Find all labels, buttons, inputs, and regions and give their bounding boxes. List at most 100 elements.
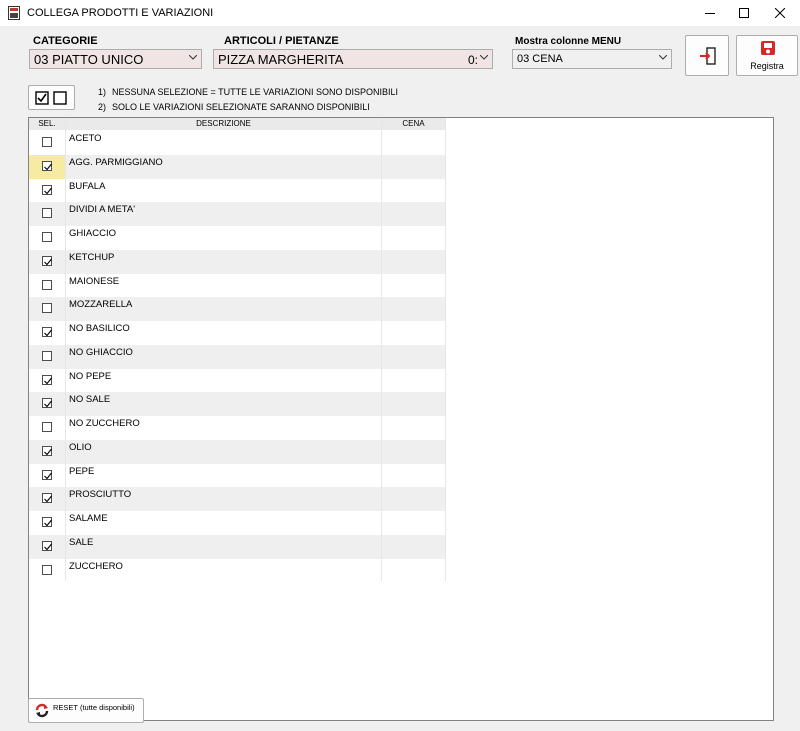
row-description: ZUCCHERO — [69, 560, 123, 572]
title-bar: COLLEGA PRODOTTI E VARIAZIONI — [0, 0, 800, 27]
row-description: NO BASILICO — [69, 323, 130, 334]
col-header-descrizione: DESCRIZIONE — [196, 119, 251, 128]
reset-label: RESET (tutte disponibili) — [53, 703, 135, 712]
checkmark-icon — [44, 258, 52, 266]
row-checkbox[interactable] — [42, 255, 52, 266]
menu-select[interactable]: 03 CENA — [512, 49, 672, 69]
row-checkbox[interactable] — [42, 327, 52, 337]
checkmark-icon — [44, 495, 52, 503]
menu-label: Mostra colonne MENU — [515, 36, 622, 47]
checkmark-icon — [44, 329, 52, 337]
table-row[interactable]: SALAME — [29, 511, 445, 535]
checkmark-icon — [44, 448, 52, 456]
row-checkbox[interactable] — [42, 279, 52, 290]
checkmark-icon — [44, 519, 52, 527]
row-checkbox[interactable] — [42, 374, 52, 385]
row-checkbox[interactable] — [42, 493, 52, 504]
row-checkbox[interactable] — [42, 540, 52, 551]
chevron-down-icon — [659, 55, 667, 60]
exit-button[interactable] — [685, 35, 729, 76]
row-description: MAIONESE — [69, 275, 120, 287]
col-header-sel: SEL. — [38, 119, 56, 128]
registra-label: Registra — [750, 61, 784, 71]
maximize-button[interactable] — [726, 0, 762, 26]
registra-button[interactable]: Registra — [736, 35, 798, 76]
row-checkbox[interactable] — [42, 350, 52, 361]
row-checkbox[interactable] — [42, 160, 52, 171]
table-row[interactable]: SALE — [29, 534, 445, 559]
note-1: 1) NESSUNA SELEZIONE = TUTTE LE VARIAZION… — [98, 87, 398, 97]
reset-cycle-icon — [35, 703, 49, 718]
table-row[interactable]: PEPE — [29, 464, 445, 488]
maximize-icon — [739, 8, 749, 18]
checkmark-icon — [44, 472, 52, 479]
row-checkbox[interactable] — [42, 422, 52, 432]
row-description: NO ZUCCHERO — [69, 418, 140, 429]
exit-door-icon — [700, 47, 716, 65]
table-row[interactable]: BUFALA — [29, 179, 445, 203]
column-divider — [65, 118, 66, 581]
reset-button[interactable]: RESET (tutte disponibili) — [28, 698, 144, 723]
row-description: SALAME — [69, 513, 108, 524]
row-description: DIVIDI A META' — [69, 204, 136, 216]
table-row[interactable]: ZUCCHERO — [29, 559, 445, 583]
window-client: CATEGORIE 03 PIATTO UNICO ARTICOLI / PIE… — [0, 26, 800, 731]
table-row[interactable]: AGG. PARMIGGIANO — [29, 154, 445, 179]
row-checkbox[interactable] — [42, 232, 52, 242]
categorie-select[interactable]: 03 PIATTO UNICO — [29, 49, 202, 69]
window-title: COLLEGA PRODOTTI E VARIAZIONI — [27, 7, 214, 19]
table-header: SEL. DESCRIZIONE CENA — [29, 118, 445, 130]
row-checkbox[interactable] — [42, 137, 52, 147]
menu-value: 03 CENA — [517, 53, 563, 65]
table-row[interactable]: PROSCIUTTO — [29, 487, 445, 511]
checkmark-icon — [44, 187, 52, 194]
table-row[interactable]: GHIACCIO — [29, 226, 445, 250]
checkmark-icon — [44, 543, 52, 551]
close-button[interactable] — [762, 0, 798, 26]
table-row[interactable]: NO SALE — [29, 392, 445, 416]
row-checkbox[interactable] — [42, 184, 52, 195]
articoli-label: ARTICOLI / PIETANZE — [224, 35, 339, 47]
table-row[interactable]: NO ZUCCHERO — [29, 416, 445, 440]
app-icon — [8, 6, 20, 23]
minimize-icon — [705, 13, 715, 14]
row-checkbox[interactable] — [42, 517, 52, 527]
table-row[interactable]: MAIONESE — [29, 274, 445, 298]
chevron-down-icon — [480, 55, 488, 60]
variations-table[interactable]: SEL. DESCRIZIONE CENA ACETO AGG. PARMIGGI… — [28, 117, 774, 721]
articoli-code: 0: — [468, 53, 479, 67]
row-description: ACETO — [69, 133, 102, 144]
categorie-value: 03 PIATTO UNICO — [34, 52, 144, 67]
row-description: SALE — [69, 536, 94, 548]
table-row[interactable]: NO PEPE — [29, 369, 445, 393]
col-header-cena: CENA — [402, 119, 425, 128]
table-row[interactable]: DIVIDI A META' — [29, 202, 445, 226]
row-description: OLIO — [69, 441, 92, 453]
checkmark-icon — [44, 377, 52, 384]
note-2: 2) SOLO LE VARIAZIONI SELEZIONATE SARANNO… — [98, 102, 370, 112]
row-checkbox[interactable] — [42, 445, 52, 456]
articoli-select[interactable]: PIZZA MARGHERITA 0: — [213, 49, 493, 69]
checkmark-icon — [44, 400, 52, 408]
table-row[interactable]: KETCHUP — [29, 249, 445, 274]
table-row[interactable]: NO BASILICO — [29, 321, 445, 345]
table-row[interactable]: MOZZARELLA — [29, 297, 445, 321]
checkbox-toggle-icon — [35, 91, 67, 105]
row-description: BUFALA — [69, 180, 106, 192]
minimize-button[interactable] — [692, 0, 728, 26]
column-divider — [445, 118, 446, 581]
row-description: NO PEPE — [69, 370, 112, 382]
table-row[interactable]: NO GHIACCIO — [29, 344, 445, 369]
row-checkbox[interactable] — [42, 469, 52, 480]
row-checkbox[interactable] — [42, 208, 52, 219]
table-row[interactable]: OLIO — [29, 439, 445, 464]
row-checkbox[interactable] — [42, 303, 52, 314]
row-checkbox[interactable] — [42, 398, 52, 409]
column-divider — [381, 118, 382, 581]
toggle-all-button[interactable] — [28, 85, 75, 110]
row-description: PEPE — [69, 465, 95, 477]
row-description: NO GHIACCIO — [69, 346, 133, 358]
row-description: PROSCIUTTO — [69, 489, 132, 501]
row-checkbox[interactable] — [42, 564, 52, 575]
table-row[interactable]: ACETO — [29, 131, 445, 155]
